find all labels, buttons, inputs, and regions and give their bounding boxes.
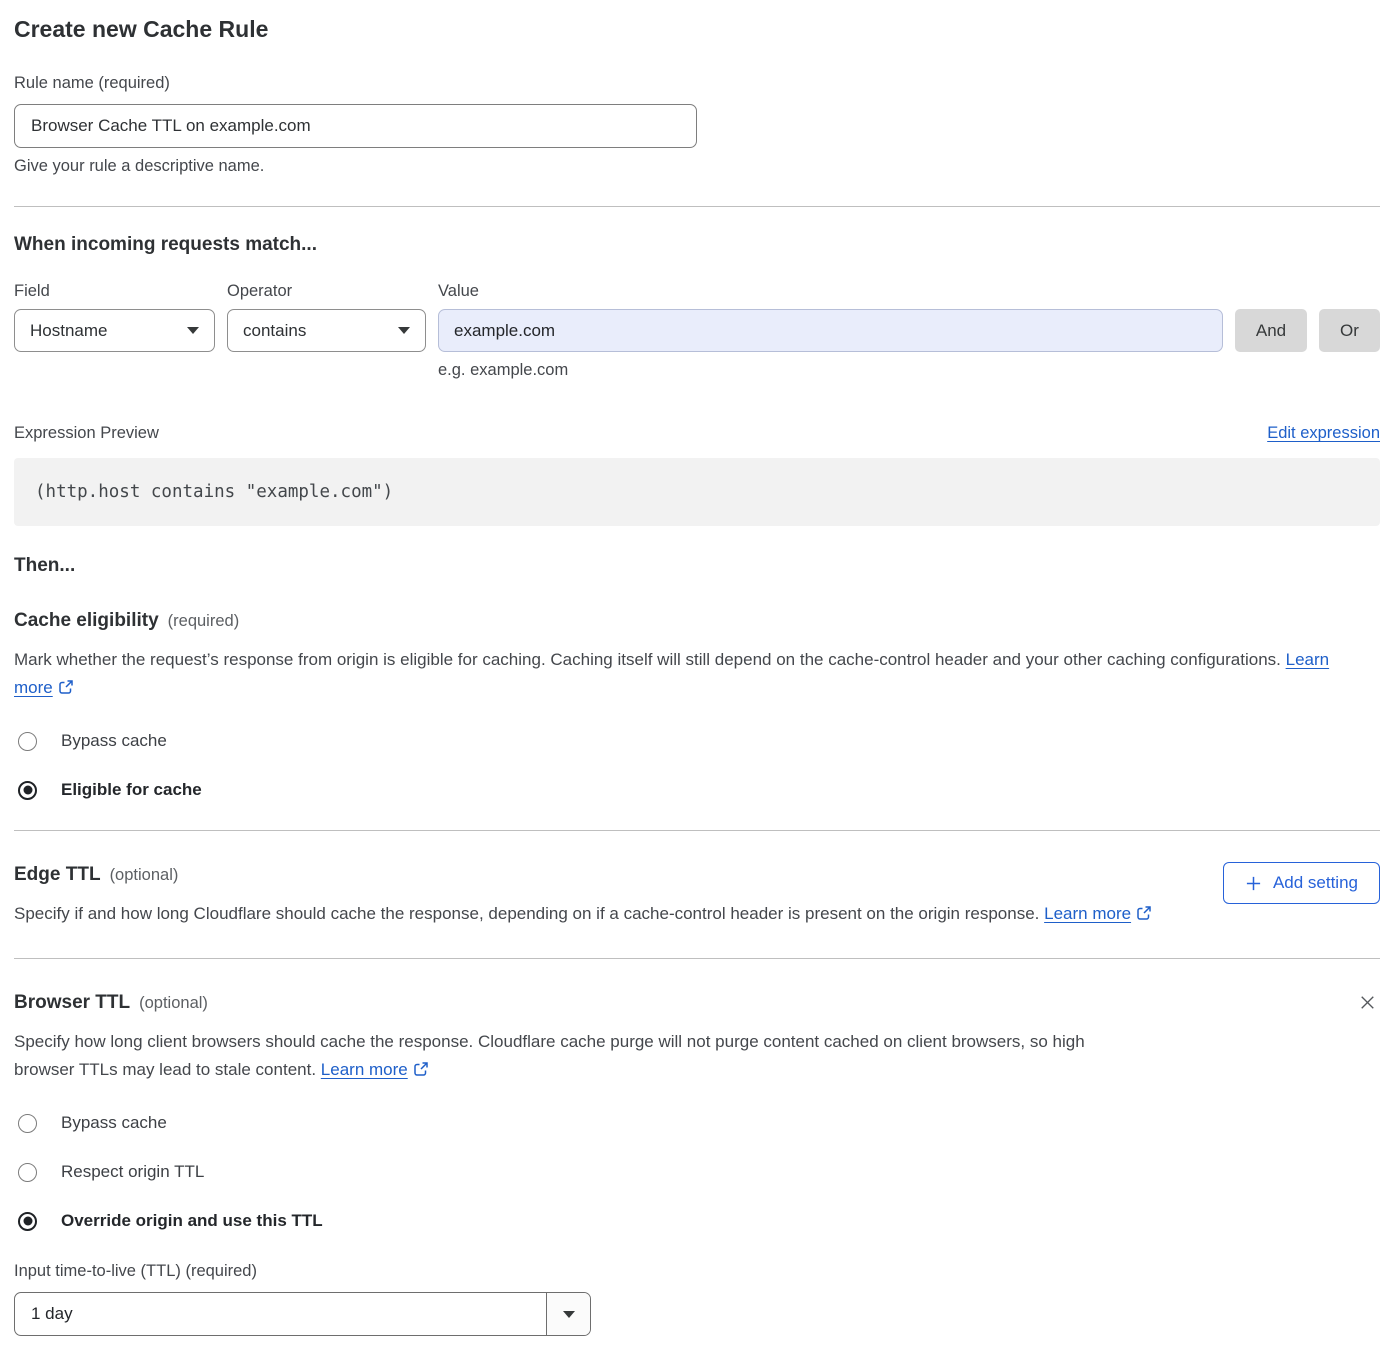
cache-eligibility-description: Mark whether the request’s response from… [14,646,1364,702]
edge-ttl-title: Edge TTL [14,864,101,885]
add-setting-button[interactable]: Add setting [1223,862,1380,904]
edit-expression-link[interactable]: Edit expression [1267,424,1380,443]
radio-label[interactable]: Eligible for cache [61,780,202,800]
value-label: Value [438,282,1223,301]
then-heading: Then... [14,555,1380,577]
edge-ttl-description-text: Specify if and how long Cloudflare shoul… [14,904,1039,923]
value-helper: e.g. example.com [438,361,1223,380]
field-select[interactable]: Hostname [14,309,215,352]
divider [14,206,1380,207]
match-heading: When incoming requests match... [14,234,1380,256]
remove-browser-ttl-button[interactable] [1355,990,1380,1018]
radio-option-respect-origin-ttl: Respect origin TTL [14,1162,1380,1182]
radio-option-browser-bypass-cache: Bypass cache [14,1113,1380,1133]
rule-name-input[interactable] [14,104,697,148]
expression-code: (http.host contains "example.com") [14,458,1380,526]
radio-button-checked[interactable] [18,1212,37,1231]
value-input[interactable] [438,309,1223,352]
browser-ttl-description-text: Specify how long client browsers should … [14,1032,1085,1079]
cache-eligibility-title: Cache eligibility [14,610,159,631]
caret-down-icon [398,327,410,334]
radio-label[interactable]: Respect origin TTL [61,1162,204,1182]
expression-preview-header: Expression Preview Edit expression [14,424,1380,443]
caret-down-icon [563,1311,575,1318]
field-select-value: Hostname [30,321,107,341]
ttl-select-value: 1 day [15,1293,546,1335]
rule-name-helper: Give your rule a descriptive name. [14,157,1380,176]
operator-select-value: contains [243,321,306,341]
radio-button[interactable] [18,1114,37,1133]
rule-name-section: Rule name (required) Give your rule a de… [14,74,1380,176]
browser-ttl-qualifier: (optional) [139,994,208,1012]
radio-button[interactable] [18,732,37,751]
edge-ttl-learn-more-link[interactable]: Learn more [1044,904,1131,923]
add-setting-label: Add setting [1273,873,1358,893]
operator-label: Operator [227,282,426,301]
field-label: Field [14,282,215,301]
external-link-icon [58,679,74,695]
plus-icon [1245,875,1262,892]
external-link-icon [413,1061,429,1077]
cache-eligibility-title-group: Cache eligibility (required) [14,610,239,632]
radio-label[interactable]: Bypass cache [61,1113,167,1133]
radio-option-override-origin-ttl: Override origin and use this TTL [14,1211,1380,1231]
browser-ttl-title: Browser TTL [14,992,130,1013]
operator-select[interactable]: contains [227,309,426,352]
and-button[interactable]: And [1235,309,1307,352]
browser-ttl-header: Browser TTL (optional) Specify how long c… [14,992,1380,1084]
close-icon [1357,992,1378,1013]
or-button[interactable]: Or [1319,309,1380,352]
edge-ttl-title-group: Edge TTL (optional) Specify if and how lo… [14,864,1152,928]
ttl-input-label: Input time-to-live (TTL) (required) [14,1262,1380,1281]
radio-label[interactable]: Bypass cache [61,731,167,751]
edge-ttl-description: Specify if and how long Cloudflare shoul… [14,900,1152,928]
edge-ttl-header: Edge TTL (optional) Specify if and how lo… [14,864,1380,928]
radio-label[interactable]: Override origin and use this TTL [61,1211,323,1231]
ttl-select[interactable]: 1 day [14,1292,591,1336]
browser-ttl-description: Specify how long client browsers should … [14,1028,1109,1084]
radio-button-checked[interactable] [18,781,37,800]
browser-ttl-title-group: Browser TTL (optional) Specify how long c… [14,992,1109,1084]
page-title: Create new Cache Rule [14,16,1380,43]
divider [14,830,1380,831]
radio-option-eligible-for-cache: Eligible for cache [14,780,1380,800]
divider [14,958,1380,959]
external-link-icon [1136,905,1152,921]
expression-preview-label: Expression Preview [14,424,159,443]
radio-option-bypass-cache: Bypass cache [14,731,1380,751]
cache-eligibility-header: Cache eligibility (required) [14,610,1380,632]
browser-ttl-learn-more-link[interactable]: Learn more [321,1060,408,1079]
cache-eligibility-description-text: Mark whether the request’s response from… [14,650,1281,669]
edge-ttl-qualifier: (optional) [110,866,179,884]
rule-name-label: Rule name (required) [14,74,1380,93]
caret-down-icon [187,327,199,334]
cache-eligibility-qualifier: (required) [168,612,240,630]
ttl-select-arrow[interactable] [546,1293,590,1335]
radio-button[interactable] [18,1163,37,1182]
match-builder: Field Operator Value Hostname contains A… [14,282,1380,380]
